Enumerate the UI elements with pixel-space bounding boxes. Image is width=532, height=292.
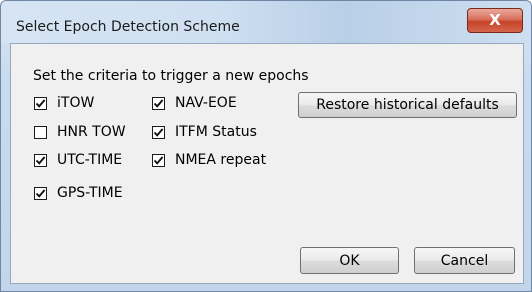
checkbox-itow[interactable]: iTOW [34,95,94,111]
checkbox-box[interactable] [152,153,165,167]
checkbox-box[interactable] [152,125,165,139]
checkmark-icon [153,155,164,165]
checkbox-box[interactable] [152,96,165,110]
checkmark-icon [35,98,46,108]
checkbox-nmea-repeat[interactable]: NMEA repeat [152,152,266,168]
checkmark-icon [35,155,46,165]
cancel-button[interactable]: Cancel [414,247,515,274]
checkmark-icon [153,127,164,137]
checkbox-label: NMEA repeat [175,152,267,168]
checkbox-hnr-tow[interactable]: HNR TOW [34,124,126,140]
restore-defaults-label: Restore historical defaults [316,97,499,113]
checkbox-box[interactable] [34,125,47,139]
checkbox-itfm-status[interactable]: ITFM Status [152,124,257,140]
checkbox-utc-time[interactable]: UTC-TIME [34,152,122,168]
dialog-window: Select Epoch Detection Scheme X Set the … [0,0,532,292]
criteria-heading: Set the criteria to trigger a new epochs [33,68,309,84]
restore-defaults-button[interactable]: Restore historical defaults [298,92,517,118]
checkbox-label: ITFM Status [175,124,257,140]
checkbox-box[interactable] [34,153,47,167]
checkbox-label: UTC-TIME [57,152,123,168]
checkmark-icon [153,98,164,108]
checkbox-label: NAV-EOE [175,95,237,111]
checkbox-gps-time[interactable]: GPS-TIME [34,185,123,201]
cancel-label: Cancel [440,252,489,269]
dialog-client-area: Set the criteria to trigger a new epochs… [10,43,524,284]
checkbox-box[interactable] [34,96,47,110]
title-bar[interactable]: Select Epoch Detection Scheme X [1,1,531,43]
window-title: Select Epoch Detection Scheme [16,19,240,35]
checkbox-label: HNR TOW [57,124,126,140]
ok-button[interactable]: OK [300,247,399,274]
checkbox-nav-eoe[interactable]: NAV-EOE [152,95,237,111]
checkbox-label: iTOW [57,95,95,111]
checkbox-label: GPS-TIME [57,185,123,201]
checkmark-icon [35,188,46,198]
close-icon: X [489,11,501,29]
checkbox-box[interactable] [34,186,47,200]
close-button[interactable]: X [467,8,523,33]
ok-label: OK [339,252,360,269]
